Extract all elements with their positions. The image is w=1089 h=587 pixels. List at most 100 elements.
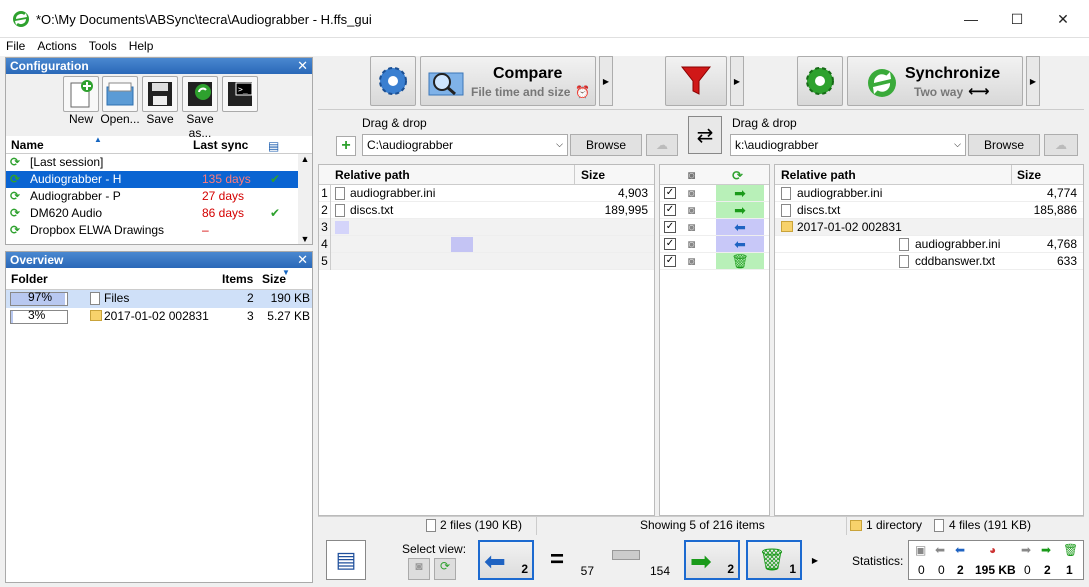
compare-settings-button[interactable] [370, 56, 416, 106]
left-grid-row[interactable]: 5 [319, 253, 654, 270]
include-checkbox[interactable]: ✓ [664, 187, 676, 199]
col-folder-header[interactable]: Folder [11, 268, 48, 290]
show-different-button[interactable]: 154 [606, 540, 674, 580]
left-grid-row[interactable]: 1 audiograbber.ini 4,903 [319, 185, 654, 202]
view-category-camera-icon[interactable]: ◙ [408, 558, 430, 580]
category-icon: ◙ [688, 186, 696, 200]
right-col-size[interactable]: Size [1017, 165, 1041, 185]
add-folder-pair-icon[interactable]: + [336, 136, 356, 156]
row-number: 1 [319, 185, 331, 202]
save-as-config-button[interactable]: Save as... [180, 76, 220, 140]
left-cloud-icon[interactable]: ☁ [646, 134, 678, 156]
minimize-button[interactable]: — [948, 0, 994, 38]
middle-grid-row[interactable]: ✓ ◙ ⬅ [660, 219, 769, 236]
config-item-name: DM620 Audio [30, 206, 103, 220]
menu-help[interactable]: Help [123, 38, 160, 56]
right-folder-input[interactable]: k:\audiograbber ⌵ [730, 134, 966, 156]
compare-dropdown-button[interactable]: ▶ [599, 56, 613, 106]
sync-arrows-icon [868, 69, 896, 97]
config-list-item[interactable]: ⟳ Dropbox ELWA Drawings – [6, 222, 312, 239]
menu-tools[interactable]: Tools [83, 38, 123, 56]
filter-dropdown-button[interactable]: ▶ [730, 56, 744, 106]
close-window-button[interactable]: ✕ [1040, 0, 1086, 38]
left-grid-row[interactable]: 3 [319, 219, 654, 236]
update-right-arrow-icon[interactable]: ➡ [716, 185, 764, 201]
compare-button[interactable]: Compare File time and size ⏰ [420, 56, 596, 106]
config-list-item[interactable]: ⟳ Audiograbber - H 135 days ✔ [6, 171, 312, 188]
delete-right-bin-icon[interactable]: 🗑 [716, 253, 764, 269]
swap-sides-icon[interactable]: ⇄ [688, 116, 722, 154]
configuration-panel: Configuration ✕ New Open... Save Save as… [5, 57, 313, 245]
left-grid-row[interactable]: 4 [319, 236, 654, 253]
right-cloud-icon[interactable]: ☁ [1044, 134, 1078, 156]
col-last-sync-header[interactable]: Last sync [193, 136, 248, 154]
close-icon[interactable]: ✕ [297, 252, 308, 268]
middle-grid-row[interactable]: ✓ ◙ ➡ [660, 202, 769, 219]
left-col-size[interactable]: Size [581, 165, 605, 185]
folder-icon [90, 310, 102, 321]
update-right-arrow-icon[interactable]: ➡ [716, 202, 764, 218]
minus-icon [612, 550, 640, 560]
overview-row[interactable]: 3% 2017-01-02 002831 3 5.27 KB [6, 308, 312, 326]
overview-row[interactable]: 97% Files 2 190 KB [6, 290, 312, 308]
right-grid-row[interactable]: discs.txt 185,886 [775, 202, 1083, 219]
col-name-header[interactable]: Name [11, 136, 44, 154]
chevron-down-icon[interactable]: ⌵ [954, 139, 961, 150]
middle-grid-row[interactable]: ✓ ◙ ⬅ [660, 236, 769, 253]
left-folder-input[interactable]: C:\audiograbber ⌵ [362, 134, 568, 156]
config-scrollbar[interactable]: ▲ ▼ [298, 154, 312, 244]
save-as-batch-button[interactable]: >_ [220, 76, 260, 112]
show-create-left-button[interactable]: ⬅ 2 [478, 540, 534, 580]
svg-text:>_: >_ [238, 85, 248, 94]
middle-grid-row[interactable]: ✓ ◙ 🗑 [660, 253, 769, 270]
right-grid-row[interactable]: 2017-01-02 002831 [775, 219, 1083, 236]
filter-button[interactable] [665, 56, 727, 106]
left-grid-row[interactable]: 2 discs.txt 189,995 [319, 202, 654, 219]
config-list-item[interactable]: ⟳ [Last session] [6, 154, 312, 171]
missing-item-marker [335, 221, 349, 234]
right-grid-row[interactable]: audiograbber.ini 4,768 [775, 236, 1083, 253]
show-update-right-button[interactable]: ➡ 2 [684, 540, 740, 580]
view-list-icon[interactable]: ▤ [326, 540, 366, 580]
sync-direction-icon[interactable]: ⟳ [732, 166, 743, 186]
config-list-item[interactable]: ⟳ DM620 Audio 86 days ✔ [6, 205, 312, 222]
create-left-arrow-icon[interactable]: ⬅ [716, 219, 764, 235]
open-config-button[interactable]: Open... [100, 76, 140, 126]
left-col-path[interactable]: Relative path [335, 165, 410, 185]
column-options-icon[interactable]: ▤ [268, 137, 279, 155]
scroll-down-icon[interactable]: ▼ [298, 234, 312, 244]
batch-file-icon: >_ [222, 76, 258, 112]
include-checkbox[interactable]: ✓ [664, 238, 676, 250]
sync-dropdown-button[interactable]: ▶ [1026, 56, 1040, 106]
maximize-button[interactable]: ☐ [994, 0, 1040, 38]
category-icon: ◙ [688, 220, 696, 234]
create-left-arrow-icon[interactable]: ⬅ [716, 236, 764, 252]
include-checkbox[interactable]: ✓ [664, 255, 676, 267]
right-grid-row[interactable]: audiograbber.ini 4,774 [775, 185, 1083, 202]
show-equal-button[interactable]: = 57 [542, 540, 598, 580]
menu-actions[interactable]: Actions [31, 38, 82, 56]
close-icon[interactable]: ✕ [297, 58, 308, 74]
left-browse-button[interactable]: Browse [570, 134, 642, 156]
view-action-sync-icon[interactable]: ⟳ [434, 558, 456, 580]
include-checkbox[interactable]: ✓ [664, 204, 676, 216]
include-checkbox[interactable]: ✓ [664, 221, 676, 233]
view-more-dropdown[interactable]: ▶ [808, 540, 822, 580]
scroll-up-icon[interactable]: ▲ [298, 154, 312, 164]
synchronize-label: Synchronize [905, 65, 1001, 82]
menu-file[interactable]: File [0, 38, 31, 56]
config-list-item[interactable]: ⟳ Audiograbber - P 27 days [6, 188, 312, 205]
save-config-button[interactable]: Save [140, 76, 180, 126]
synchronize-button[interactable]: Synchronize Two way ⟷ [847, 56, 1023, 106]
right-grid-row[interactable]: cddbanswer.txt 633 [775, 253, 1083, 270]
chevron-down-icon[interactable]: ⌵ [556, 139, 563, 150]
sync-settings-button[interactable] [797, 56, 843, 106]
camera-icon[interactable]: ◙ [688, 165, 695, 185]
middle-grid-row[interactable]: ✓ ◙ ➡ [660, 185, 769, 202]
right-browse-button[interactable]: Browse [968, 134, 1040, 156]
show-delete-button[interactable]: 🗑 1 [746, 540, 802, 580]
right-col-path[interactable]: Relative path [781, 165, 856, 185]
compare-label: Compare [493, 65, 563, 82]
col-items-header[interactable]: Items [222, 268, 253, 290]
new-config-button[interactable]: New [61, 76, 101, 126]
